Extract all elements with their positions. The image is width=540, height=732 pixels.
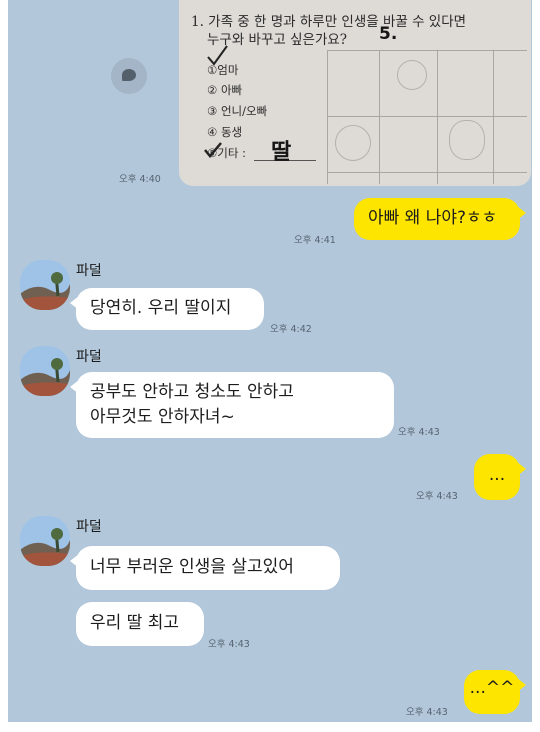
sender-name: 파덜 <box>76 519 102 535</box>
option-4: ④ 동생 <box>207 125 243 139</box>
question-text: 1. 가족 중 한 명과 하루만 인생을 바꿀 수 있다면 <box>191 14 467 30</box>
faint-drawing <box>397 60 427 90</box>
option-3: ③ 언니/오빠 <box>207 104 268 118</box>
avatar-photo <box>20 516 70 566</box>
my-message-bubble[interactable]: ... <box>474 454 526 500</box>
chat-room[interactable]: 오후 4:40 1. 가족 중 한 명과 하루만 인생을 바꿀 수 있다면 누구… <box>8 0 532 722</box>
friend-avatar[interactable] <box>20 346 70 396</box>
message-text-line: 아무것도 안하자녀~ <box>90 407 235 427</box>
message-text: ... <box>488 465 506 485</box>
worksheet-grid-line <box>437 50 438 184</box>
timestamp: 오후 4:43 <box>208 639 250 650</box>
message-text: 우리 딸 최고 <box>90 613 180 633</box>
message-text: 당연히. 우리 딸이지 <box>90 298 232 318</box>
photo-timestamp: 오후 4:40 <box>119 174 161 185</box>
message-text: ...^^ <box>469 678 515 698</box>
faint-drawing <box>449 120 485 160</box>
sender-name: 파덜 <box>76 263 102 279</box>
my-message-bubble[interactable]: ...^^ <box>464 670 526 714</box>
worksheet-grid-line <box>327 172 527 173</box>
worksheet-grid-line <box>327 50 527 51</box>
friend-message-bubble[interactable]: 너무 부러운 인생을 살고있어 <box>70 546 340 590</box>
timestamp: 오후 4:43 <box>398 427 440 438</box>
handwritten-other-answer: 딸 <box>271 140 292 165</box>
handwritten-answer-number: 5. <box>379 24 398 44</box>
worksheet-grid-line <box>493 50 494 184</box>
friend-message-bubble[interactable]: 당연히. 우리 딸이지 <box>70 288 264 330</box>
timestamp: 오후 4:41 <box>294 235 336 246</box>
message-text: 너무 부러운 인생을 살고있어 <box>90 557 294 577</box>
friend-message-bubble[interactable]: 우리 딸 최고 <box>76 602 204 646</box>
message-text: 아빠 왜 나야?ㅎㅎ <box>368 208 498 228</box>
timestamp: 오후 4:43 <box>406 707 448 718</box>
message-text-line: 공부도 안하고 청소도 안하고 <box>90 382 294 402</box>
friend-avatar[interactable] <box>20 516 70 566</box>
avatar-photo <box>20 260 70 310</box>
option-2: ② 아빠 <box>207 83 243 97</box>
friend-avatar[interactable] <box>20 260 70 310</box>
friend-message-bubble[interactable]: 공부도 안하고 청소도 안하고 아무것도 안하자녀~ <box>70 372 394 438</box>
my-message-bubble[interactable]: 아빠 왜 나야?ㅎㅎ <box>354 198 526 240</box>
option-5: ⑤기타 : <box>207 146 246 160</box>
worksheet-grid-line <box>327 50 328 184</box>
share-icon[interactable] <box>111 58 147 94</box>
sender-name: 파덜 <box>76 349 102 365</box>
survey-photo[interactable]: 1. 가족 중 한 명과 하루만 인생을 바꿀 수 있다면 누구와 바꾸고 싶은… <box>179 0 531 186</box>
worksheet-grid-line <box>327 116 527 117</box>
faint-drawing <box>335 125 371 161</box>
option-1: ①엄마 <box>207 63 239 77</box>
timestamp: 오후 4:43 <box>416 491 458 502</box>
timestamp: 오후 4:42 <box>270 324 312 335</box>
avatar-photo <box>20 346 70 396</box>
worksheet-grid-line <box>379 50 380 184</box>
